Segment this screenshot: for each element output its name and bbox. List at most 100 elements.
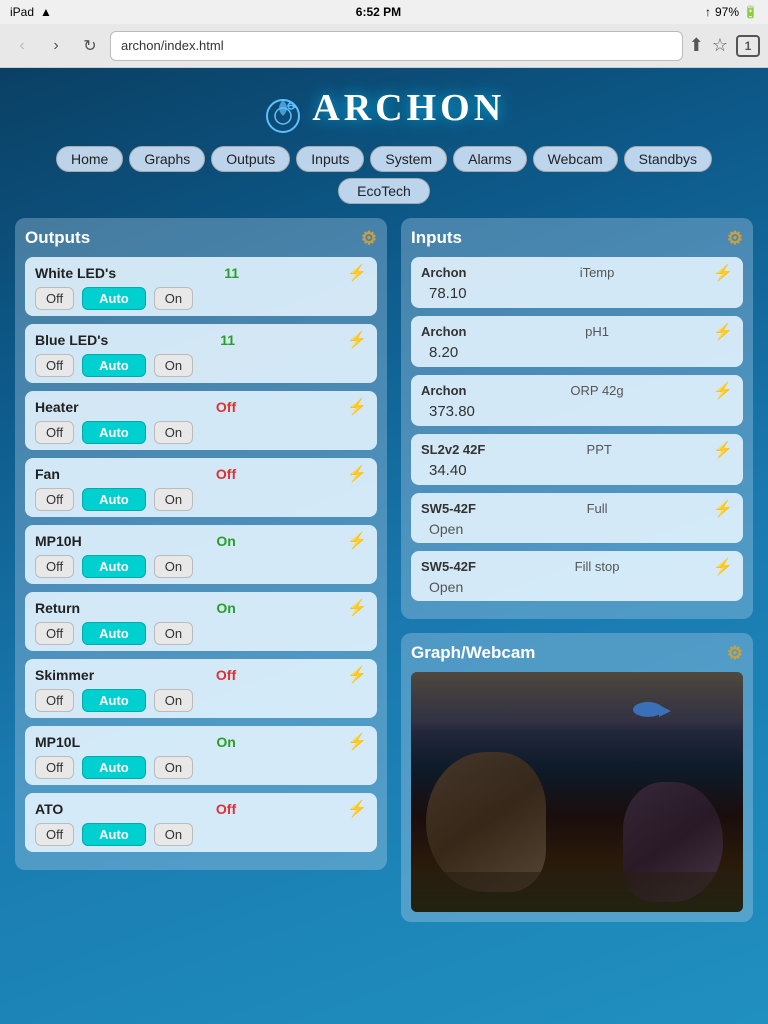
device-name-return: Return [35,600,105,616]
on-btn-white-leds[interactable]: On [154,287,193,310]
status-bar-left: iPad ▲ [10,5,52,19]
nav-secondary: EcoTech [15,178,753,204]
device-status-heater: Off [216,399,236,415]
nav-standbys[interactable]: Standbys [624,146,712,172]
on-btn-heater[interactable]: On [154,421,193,444]
bookmark-icon[interactable]: ☆ [712,35,728,56]
device-fan: Fan Off ⚡ Off Auto On [25,458,377,517]
back-button[interactable]: ‹ [8,32,36,60]
auto-btn-return[interactable]: Auto [82,622,146,645]
tune-icon-ppt[interactable]: ⚡ [713,440,733,460]
auto-btn-heater[interactable]: Auto [82,421,146,444]
auto-btn-fan[interactable]: Auto [82,488,146,511]
device-status-blue-leds: 11 [220,332,235,348]
nav-webcam[interactable]: Webcam [533,146,618,172]
off-btn-skimmer[interactable]: Off [35,689,74,712]
tune-icon-skimmer[interactable]: ⚡ [347,665,367,685]
tune-icon-blue-leds[interactable]: ⚡ [347,330,367,350]
tune-icon-fillstop[interactable]: ⚡ [713,557,733,577]
off-btn-ato[interactable]: Off [35,823,74,846]
device-name-white-leds: White LED's [35,265,116,281]
input-value-itemp: 78.10 [421,285,733,302]
tune-icon-mp10l[interactable]: ⚡ [347,732,367,752]
tune-icon-itemp[interactable]: ⚡ [713,263,733,283]
battery-label: 97% [715,5,739,19]
webcam-rock1 [426,752,546,892]
on-btn-mp10h[interactable]: On [154,555,193,578]
on-btn-fan[interactable]: On [154,488,193,511]
auto-btn-mp10h[interactable]: Auto [82,555,146,578]
tune-icon-orp[interactable]: ⚡ [713,381,733,401]
input-name-ppt: PPT [485,442,713,457]
url-bar[interactable]: archon/index.html [110,31,683,61]
input-value-ph1: 8.20 [421,344,733,361]
tune-icon-heater[interactable]: ⚡ [347,397,367,417]
device-name-ato: ATO [35,801,105,817]
device-name-skimmer: Skimmer [35,667,105,683]
input-name-full: Full [481,501,713,516]
on-btn-skimmer[interactable]: On [154,689,193,712]
tune-icon-fan[interactable]: ⚡ [347,464,367,484]
auto-btn-blue-leds[interactable]: Auto [82,354,146,377]
off-btn-heater[interactable]: Off [35,421,74,444]
off-btn-fan[interactable]: Off [35,488,74,511]
webcam-header: Graph/Webcam ⚙ [411,643,743,664]
logo-text: ARCHON [312,87,505,129]
on-btn-return[interactable]: On [154,622,193,645]
auto-btn-white-leds[interactable]: Auto [82,287,146,310]
nav-ecotech[interactable]: EcoTech [338,178,430,204]
nav-home[interactable]: Home [56,146,123,172]
input-source-full: SW5-42F [421,501,481,516]
logo-icon [263,96,303,136]
auto-btn-ato[interactable]: Auto [82,823,146,846]
inputs-panel: Inputs ⚙ Archon iTemp ⚡ 78.10 Archon [401,218,753,619]
nav-graphs[interactable]: Graphs [129,146,205,172]
device-status-skimmer: Off [216,667,236,683]
nav-outputs[interactable]: Outputs [211,146,290,172]
tune-icon-white-leds[interactable]: ⚡ [347,263,367,283]
off-btn-mp10l[interactable]: Off [35,756,74,779]
tab-count[interactable]: 1 [736,35,760,57]
input-value-ppt: 34.40 [421,462,733,479]
nav-alarms[interactable]: Alarms [453,146,527,172]
input-ppt: SL2v2 42F PPT ⚡ 34.40 [411,434,743,485]
device-status-fan: Off [216,466,236,482]
nav-inputs[interactable]: Inputs [296,146,364,172]
input-name-ph1: pH1 [481,324,713,339]
device-status-mp10h: On [216,533,235,549]
on-btn-blue-leds[interactable]: On [154,354,193,377]
auto-btn-mp10l[interactable]: Auto [82,756,146,779]
off-btn-mp10h[interactable]: Off [35,555,74,578]
browser-bar: ‹ › ↻ archon/index.html ⬆ ☆ 1 [0,24,768,68]
device-ato: ATO Off ⚡ Off Auto On [25,793,377,852]
on-btn-ato[interactable]: On [154,823,193,846]
wifi-icon: ▲ [40,5,52,19]
main-columns: Outputs ⚙ White LED's 11 ⚡ Off Auto On [15,218,753,922]
webcam-image [411,672,743,912]
inputs-gear-icon[interactable]: ⚙ [727,228,743,249]
webcam-panel: Graph/Webcam ⚙ [401,633,753,922]
outputs-title: Outputs [25,228,90,248]
tune-icon-full[interactable]: ⚡ [713,499,733,519]
webcam-light [411,672,743,732]
tune-icon-mp10h[interactable]: ⚡ [347,531,367,551]
forward-button[interactable]: › [42,32,70,60]
right-column: Inputs ⚙ Archon iTemp ⚡ 78.10 Archon [401,218,753,922]
share-icon[interactable]: ⬆ [689,35,704,56]
nav-system[interactable]: System [370,146,447,172]
outputs-gear-icon[interactable]: ⚙ [361,228,377,249]
off-btn-white-leds[interactable]: Off [35,287,74,310]
off-btn-return[interactable]: Off [35,622,74,645]
page-content: ARCHON Home Graphs Outputs Inputs System… [0,68,768,942]
tune-icon-ph1[interactable]: ⚡ [713,322,733,342]
webcam-gear-icon[interactable]: ⚙ [727,643,743,664]
device-mp10h: MP10H On ⚡ Off Auto On [25,525,377,584]
off-btn-blue-leds[interactable]: Off [35,354,74,377]
input-value-full: Open [421,521,733,537]
webcam-fish [633,702,663,717]
on-btn-mp10l[interactable]: On [154,756,193,779]
tune-icon-ato[interactable]: ⚡ [347,799,367,819]
refresh-button[interactable]: ↻ [76,32,104,60]
auto-btn-skimmer[interactable]: Auto [82,689,146,712]
tune-icon-return[interactable]: ⚡ [347,598,367,618]
